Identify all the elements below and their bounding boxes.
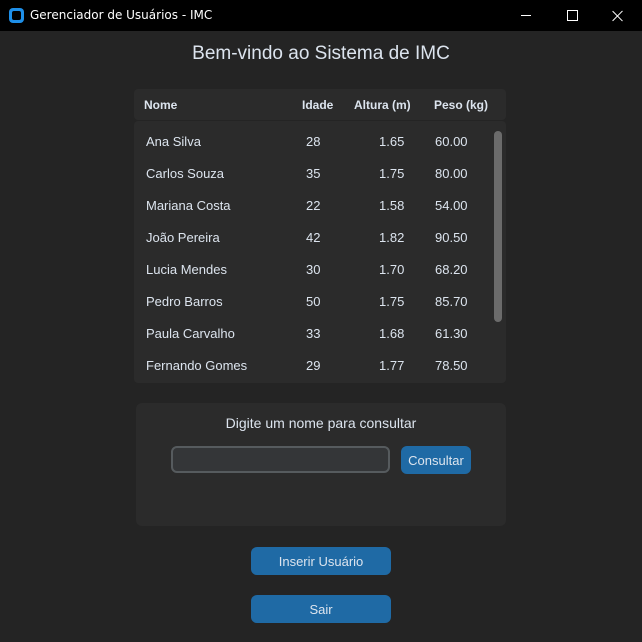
cell-nome: Ana Silva: [146, 134, 201, 149]
table-row[interactable]: Mariana Costa 22 1.58 54.00: [134, 190, 506, 222]
cell-idade: 50: [306, 294, 321, 309]
cell-peso: 54.00: [435, 198, 468, 213]
column-header-idade[interactable]: Idade: [302, 98, 333, 112]
cell-nome: João Pereira: [146, 230, 220, 245]
cell-idade: 28: [306, 134, 321, 149]
cell-altura: 1.65: [379, 134, 405, 149]
maximize-icon: [566, 10, 578, 21]
table-row[interactable]: Lucia Mendes 30 1.70 68.20: [134, 254, 506, 286]
cell-nome: Carlos Souza: [146, 166, 225, 181]
close-icon: [612, 10, 624, 22]
cell-idade: 35: [306, 166, 321, 181]
column-header-nome[interactable]: Nome: [144, 98, 177, 112]
table-row[interactable]: Paula Carvalho 33 1.68 61.30: [134, 318, 506, 350]
cell-peso: 68.20: [435, 262, 468, 277]
maximize-button[interactable]: [549, 0, 595, 31]
cell-nome: Lucia Mendes: [146, 262, 227, 277]
window-title: Gerenciador de Usuários - IMC: [30, 8, 213, 22]
table-scrollbar[interactable]: [494, 129, 502, 375]
page-title: Bem-vindo ao Sistema de IMC: [192, 43, 450, 64]
cell-altura: 1.82: [379, 230, 405, 245]
minimize-icon: [521, 15, 531, 16]
cell-idade: 29: [306, 358, 321, 373]
search-label: Digite um nome para consultar: [225, 415, 417, 431]
cell-altura: 1.75: [379, 166, 405, 181]
exit-button[interactable]: Sair: [251, 595, 391, 623]
app-icon: [9, 8, 24, 23]
cell-nome: Fernando Gomes: [146, 358, 248, 373]
cell-altura: 1.75: [379, 294, 405, 309]
column-header-peso[interactable]: Peso (kg): [434, 98, 488, 112]
cell-peso: 85.70: [435, 294, 468, 309]
title-bar: Gerenciador de Usuários - IMC: [0, 0, 642, 31]
cell-peso: 78.50: [435, 358, 468, 373]
user-table[interactable]: Ana Silva 28 1.65 60.00 Carlos Souza 35 …: [134, 121, 506, 383]
search-panel: Digite um nome para consultar Consultar: [136, 403, 506, 526]
cell-altura: 1.58: [379, 198, 405, 213]
consult-button[interactable]: Consultar: [401, 446, 471, 474]
table-row[interactable]: Pedro Barros 50 1.75 85.70: [134, 286, 506, 318]
table-row[interactable]: Ana Silva 28 1.65 60.00: [134, 126, 506, 158]
cell-idade: 33: [306, 326, 321, 341]
cell-altura: 1.77: [379, 358, 405, 373]
cell-peso: 60.00: [435, 134, 468, 149]
close-button[interactable]: [595, 0, 641, 31]
minimize-button[interactable]: [503, 0, 549, 31]
insert-user-button[interactable]: Inserir Usuário: [251, 547, 391, 575]
table-row[interactable]: Fernando Gomes 29 1.77 78.50: [134, 350, 506, 382]
table-row[interactable]: Carlos Souza 35 1.75 80.00: [134, 158, 506, 190]
cell-peso: 90.50: [435, 230, 468, 245]
table-row[interactable]: João Pereira 42 1.82 90.50: [134, 222, 506, 254]
cell-peso: 80.00: [435, 166, 468, 181]
cell-idade: 42: [306, 230, 321, 245]
cell-nome: Pedro Barros: [146, 294, 223, 309]
cell-altura: 1.70: [379, 262, 405, 277]
cell-nome: Paula Carvalho: [146, 326, 235, 341]
cell-peso: 61.30: [435, 326, 468, 341]
cell-idade: 22: [306, 198, 321, 213]
column-header-altura[interactable]: Altura (m): [354, 98, 411, 112]
cell-altura: 1.68: [379, 326, 405, 341]
cell-idade: 30: [306, 262, 321, 277]
table-header: Nome Idade Altura (m) Peso (kg): [134, 89, 506, 120]
cell-nome: Mariana Costa: [146, 198, 231, 213]
scrollbar-thumb[interactable]: [494, 131, 502, 322]
name-search-input[interactable]: [171, 446, 390, 473]
